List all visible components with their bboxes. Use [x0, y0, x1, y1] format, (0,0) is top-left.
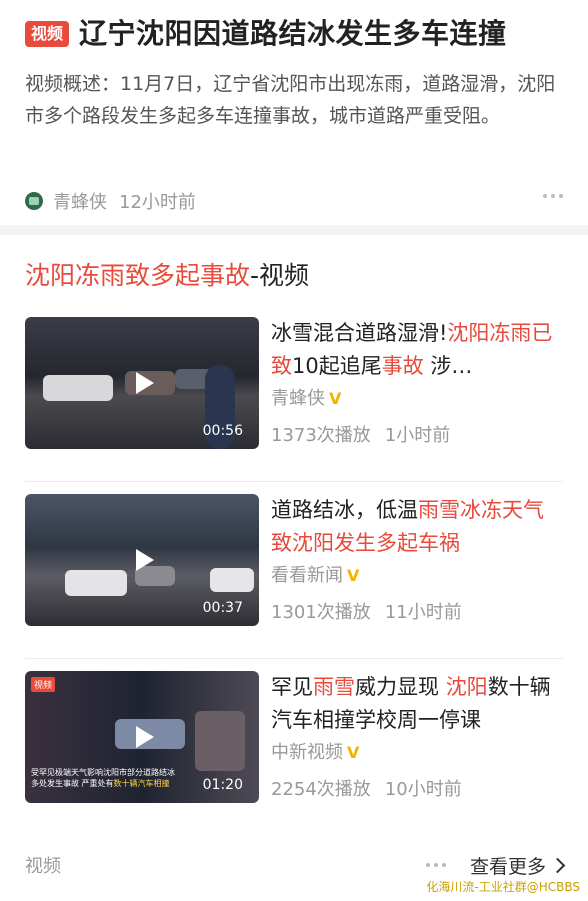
video-item[interactable]: 视频 受罕见极端天气影响沈阳市部分道路结冰 多处发生事故 严重处有数十辆汽车相撞 … [25, 659, 563, 836]
video-caption: 受罕见极端天气影响沈阳市部分道路结冰 多处发生事故 严重处有数十辆汽车相撞 [31, 767, 191, 789]
see-more-label: 查看更多 [469, 855, 546, 878]
title-text: 罕见 [271, 675, 313, 699]
video-info: 道路结冰，低温雨雪冰冻天气致沈阳发生多起车祸 看看新闻 V 1301次播放 11小时… [271, 494, 563, 658]
related-videos-section: 沈阳冻雨致多起事故-视频 00:56 冰雪混合道路湿滑!沈阳冻雨已致10起追尾事… [0, 235, 588, 836]
article-meta: 青蜂侠 12小时前 [25, 188, 563, 214]
title-text: 冰雪混合道路湿滑! [271, 321, 448, 345]
source-name: 中新视频 [271, 742, 343, 763]
video-duration: 00:37 [202, 600, 243, 616]
more-options-icon[interactable] [543, 194, 563, 198]
verified-icon: V [347, 566, 360, 585]
footer-label: 视频 [25, 856, 61, 877]
play-icon [136, 372, 154, 394]
play-icon [136, 726, 154, 748]
caption-highlight: 数十辆汽车相撞 [113, 779, 170, 788]
caption-line: 受罕见极端天气影响沈阳市部分道路结冰 [31, 768, 175, 777]
title-text: 10起追尾 [292, 354, 382, 378]
chevron-right-icon [549, 857, 566, 873]
video-info: 冰雪混合道路湿滑!沈阳冻雨已致10起追尾事故 涉… 青蜂侠 V 1373次播放 1小… [271, 317, 563, 481]
see-more-button[interactable]: 查看更多 [469, 852, 566, 879]
source-name: 看看新闻 [271, 565, 343, 586]
section-title-suffix: -视频 [250, 261, 310, 290]
title-text: 威力显现 [355, 675, 446, 699]
video-item[interactable]: 00:37 道路结冰，低温雨雪冰冻天气致沈阳发生多起车祸 看看新闻 V 1301次… [25, 482, 563, 659]
article-title[interactable]: 辽宁沈阳因道路结冰发生多车连撞 [79, 14, 507, 54]
video-info: 罕见雨雪威力显现 沈阳数十辆汽车相撞学校周一停课 中新视频 V 2254次播放 10… [271, 671, 563, 836]
publish-time: 12小时前 [119, 192, 196, 213]
publish-time: 10小时前 [384, 779, 462, 800]
publish-time: 11小时前 [384, 602, 462, 623]
title-highlight: 事故 [381, 354, 424, 378]
video-stats: 1373次播放 1小时前 [271, 421, 563, 447]
video-source[interactable]: 中新视频 V [271, 739, 563, 767]
title-text: 涉… [423, 354, 473, 378]
video-item[interactable]: 00:56 冰雪混合道路湿滑!沈阳冻雨已致10起追尾事故 涉… 青蜂侠 V 137… [25, 305, 563, 482]
source-name[interactable]: 青蜂侠 [53, 188, 107, 214]
caption-badge: 视频 [31, 677, 56, 692]
title-text: 道路结冰，低温 [271, 498, 418, 522]
title-highlight: 沈阳 [445, 675, 488, 699]
video-title[interactable]: 冰雪混合道路湿滑!沈阳冻雨已致10起追尾事故 涉… [271, 317, 563, 383]
section-title-highlight: 沈阳冻雨致多起事故 [25, 261, 251, 290]
video-thumbnail[interactable]: 00:37 [25, 494, 259, 626]
video-title[interactable]: 罕见雨雪威力显现 沈阳数十辆汽车相撞学校周一停课 [271, 671, 563, 737]
play-count: 1301次播放 [271, 602, 371, 623]
footer-options-icon[interactable] [425, 863, 446, 867]
play-count: 1373次播放 [271, 425, 371, 446]
source-name: 青蜂侠 [271, 388, 325, 409]
video-source[interactable]: 看看新闻 V [271, 562, 563, 590]
publish-time: 1小时前 [384, 425, 451, 446]
play-icon [136, 549, 154, 571]
video-stats: 1301次播放 11小时前 [271, 598, 563, 624]
video-source[interactable]: 青蜂侠 V [271, 385, 563, 413]
source-avatar-icon[interactable] [25, 192, 43, 210]
watermark: 化海川流-工业社群@HCBBS [426, 880, 580, 894]
video-thumbnail[interactable]: 视频 受罕见极端天气影响沈阳市部分道路结冰 多处发生事故 严重处有数十辆汽车相撞 … [25, 671, 259, 803]
article-header[interactable]: 视频 辽宁沈阳因道路结冰发生多车连撞 视频概述：11月7日，辽宁省沈阳市出现冻雨… [0, 0, 588, 225]
video-thumbnail[interactable]: 00:56 [25, 317, 259, 449]
video-duration: 01:20 [202, 777, 243, 793]
section-footer: 视频 查看更多 [25, 848, 566, 882]
verified-icon: V [347, 743, 360, 762]
section-title[interactable]: 沈阳冻雨致多起事故-视频 [25, 235, 563, 305]
play-count: 2254次播放 [271, 779, 371, 800]
video-summary: 视频概述：11月7日，辽宁省沈阳市出现冻雨，道路湿滑，沈阳市多个路段发生多起多车… [25, 73, 556, 127]
title-row: 视频 辽宁沈阳因道路结冰发生多车连撞 [25, 14, 563, 54]
video-badge: 视频 [25, 21, 70, 47]
video-title[interactable]: 道路结冰，低温雨雪冰冻天气致沈阳发生多起车祸 [271, 494, 563, 560]
caption-line: 多处发生事故 严重处有 [31, 779, 114, 788]
video-duration: 00:56 [202, 423, 243, 439]
verified-icon: V [329, 389, 342, 408]
title-highlight: 雨雪 [313, 675, 355, 699]
video-stats: 2254次播放 10小时前 [271, 775, 563, 801]
section-divider [0, 225, 588, 235]
